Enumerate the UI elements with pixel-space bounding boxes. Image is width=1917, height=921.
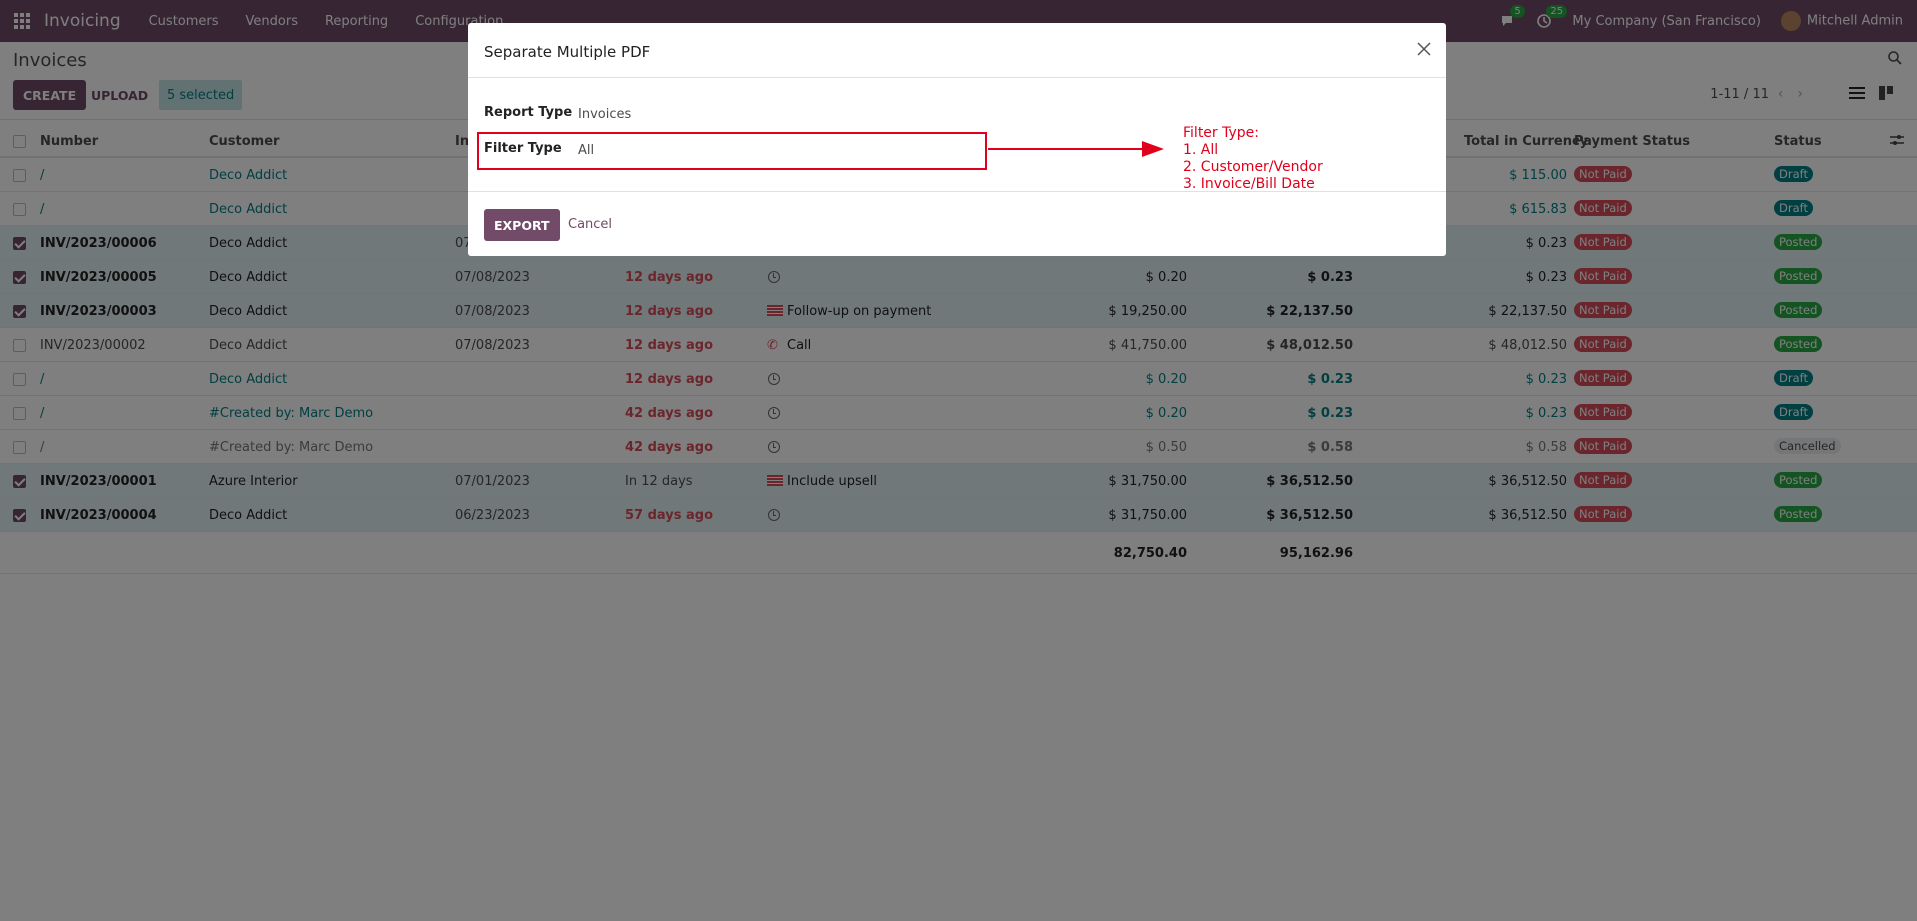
annotation-line: 1. All (1183, 142, 1219, 158)
report-type-label: Report Type (484, 105, 573, 120)
close-icon[interactable] (1416, 41, 1432, 57)
annotation-line: 2. Customer/Vendor (1183, 159, 1323, 175)
filter-type-annotation: Filter Type: 1. All 2. Customer/Vendor 3… (1183, 125, 1323, 193)
export-button[interactable]: EXPORT (484, 209, 560, 241)
report-type-field[interactable]: Invoices (578, 107, 631, 122)
filter-type-highlight (477, 132, 987, 170)
dialog-title: Separate Multiple PDF (484, 43, 651, 61)
annotation-heading: Filter Type: (1183, 125, 1259, 141)
annotation-line: 3. Invoice/Bill Date (1183, 176, 1315, 192)
cancel-button[interactable]: Cancel (568, 217, 612, 232)
annotation-arrow (988, 141, 1164, 157)
divider (468, 77, 1446, 78)
